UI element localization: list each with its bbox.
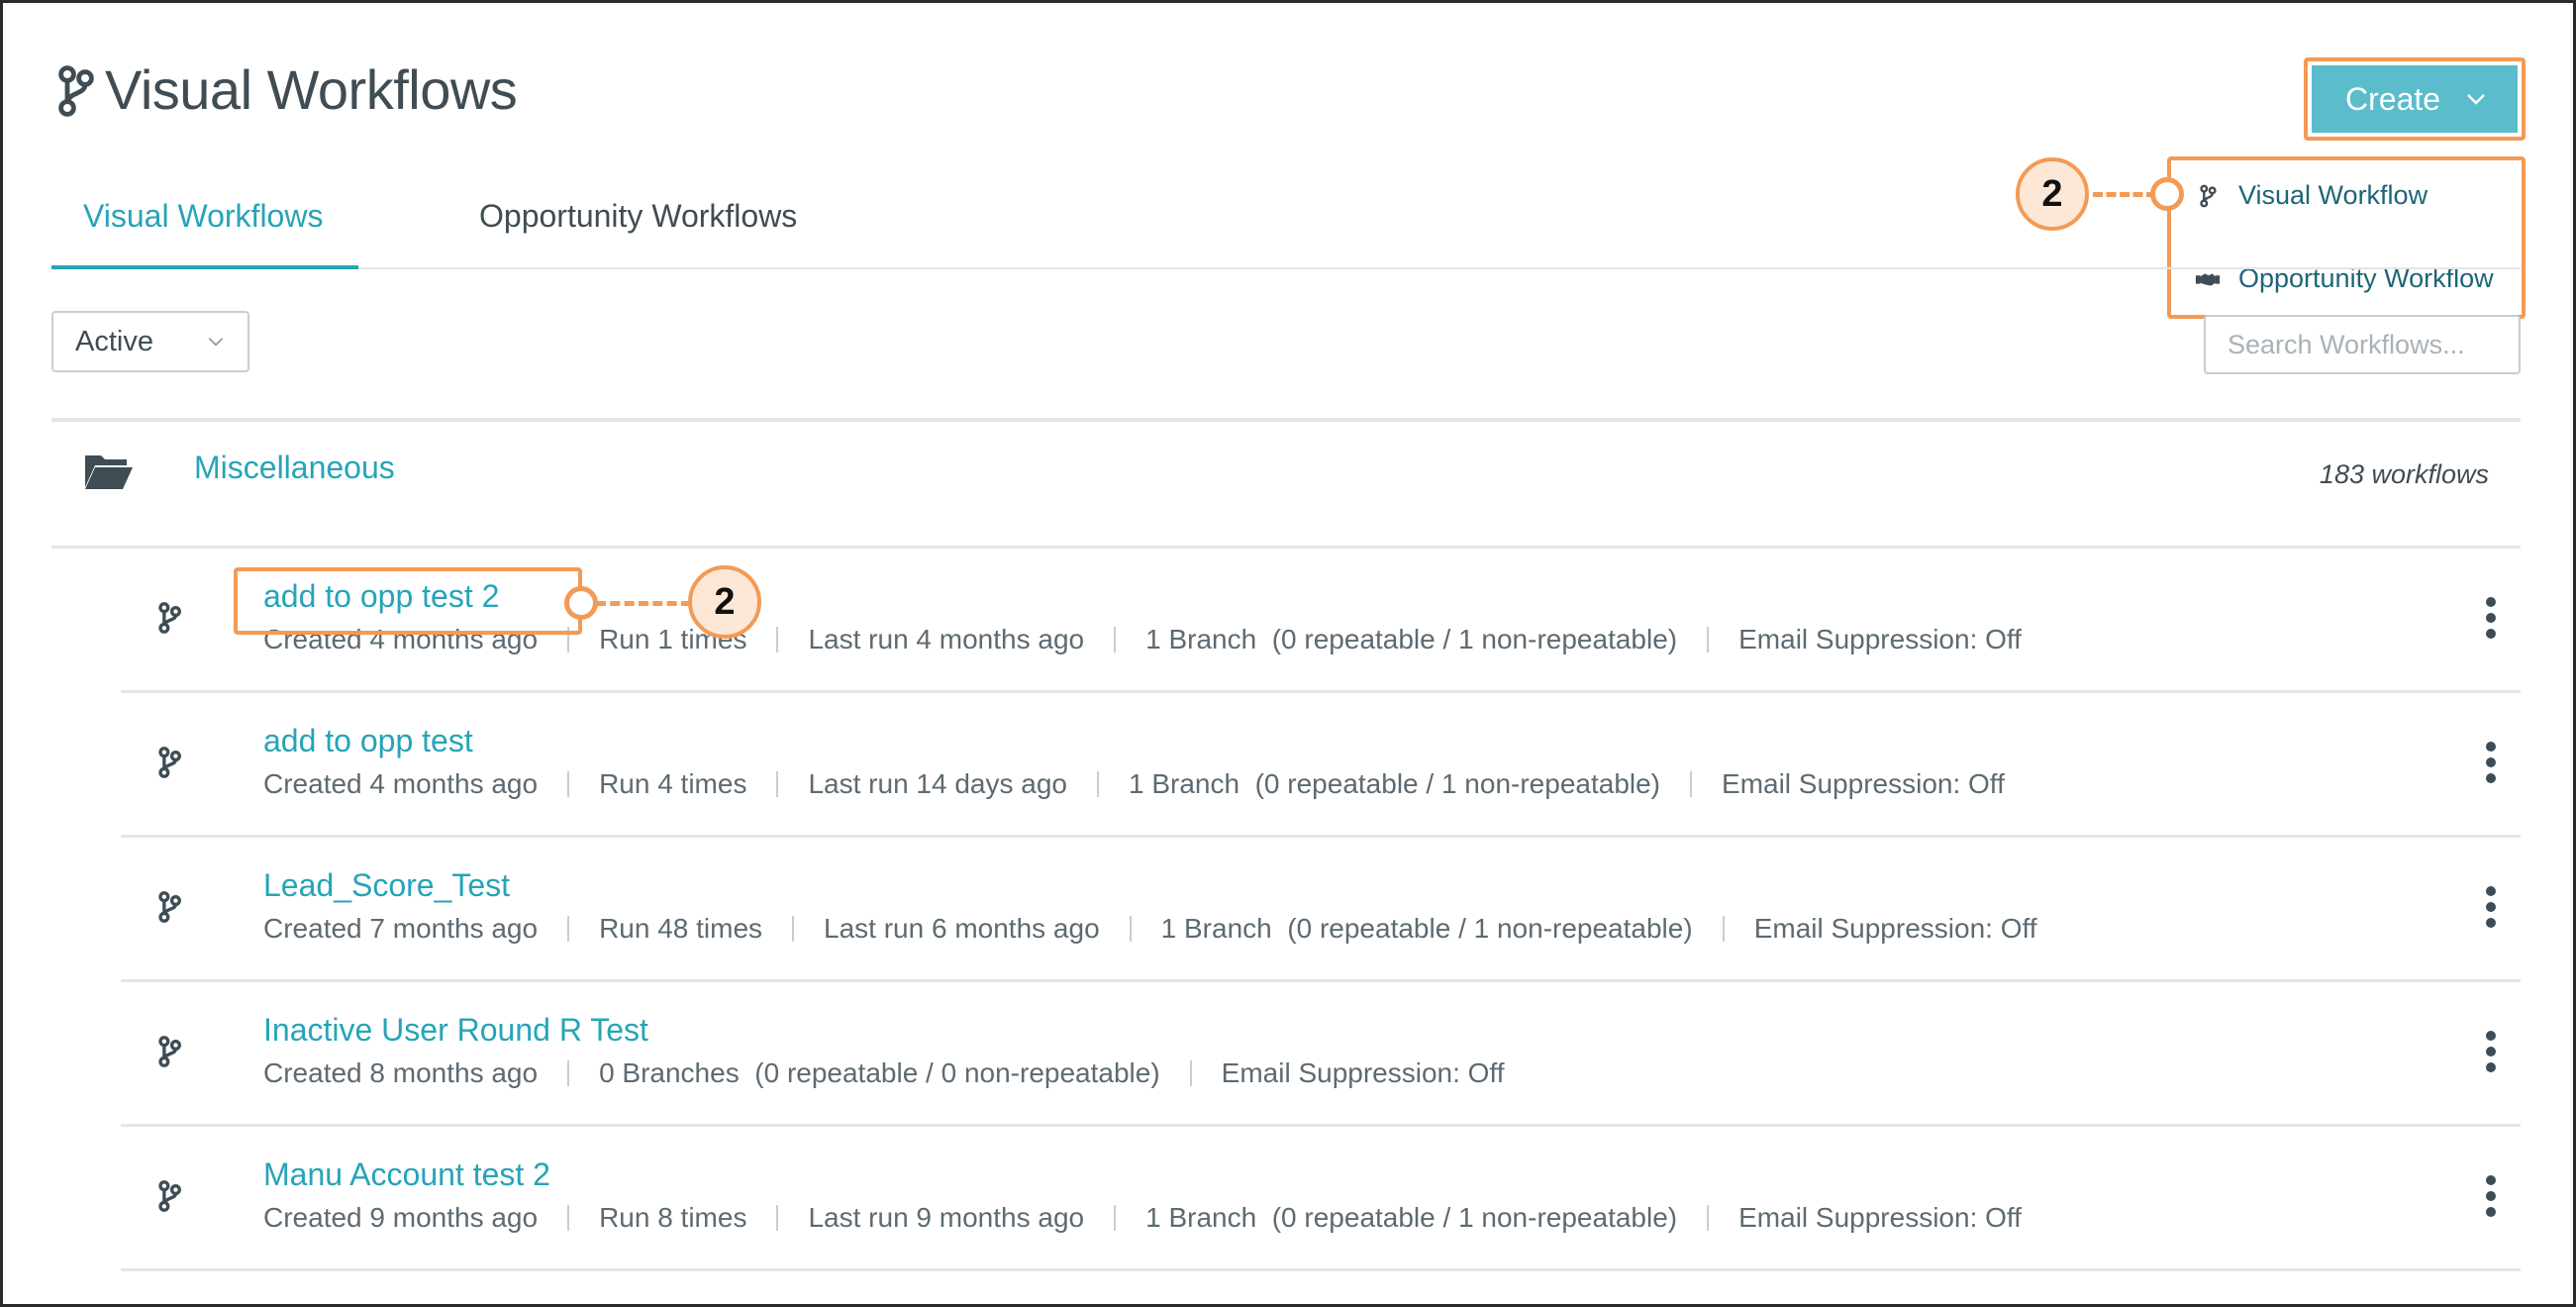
meta-created: Created 4 months ago	[263, 768, 539, 799]
meta-separator	[776, 771, 779, 797]
meta-separator	[1189, 1060, 1192, 1086]
workflow-name-link[interactable]: Manu Account test 2	[263, 1156, 550, 1193]
workflow-tabs: Visual Workflows Opportunity Workflows	[51, 186, 2521, 269]
status-filter-select[interactable]: Active	[51, 311, 249, 372]
meta-last-run: Last run 4 months ago	[808, 624, 1085, 654]
meta-email-suppression: Email Suppression: Off	[1722, 768, 2005, 799]
more-options-icon[interactable]	[2479, 594, 2503, 644]
meta-separator	[1722, 916, 1725, 942]
workflow-name-link[interactable]: Inactive User Round R Test	[263, 1012, 648, 1049]
more-options-icon[interactable]	[2479, 1028, 2503, 1077]
meta-separator	[776, 1205, 779, 1231]
workflow-meta: Created 7 months ago Run 48 times Last r…	[263, 913, 2037, 945]
workflow-row: Lead_Score_Test Created 7 months ago Run…	[121, 838, 2521, 982]
workflow-row: add to opp test Created 4 months ago Run…	[121, 693, 2521, 838]
meta-runs: Run 48 times	[599, 913, 763, 944]
workflow-name-link[interactable]: add to opp test	[263, 723, 473, 759]
folder-row: Miscellaneous 183 workflows	[51, 422, 2521, 549]
create-button-label: Create	[2345, 80, 2441, 117]
workflow-row: Manu Account test 2 Created 9 months ago…	[121, 1127, 2521, 1271]
meta-branches: 1 Branch (0 repeatable / 1 non-repeatabl…	[1145, 1202, 1678, 1233]
meta-branches: 1 Branch (0 repeatable / 1 non-repeatabl…	[1145, 624, 1678, 654]
meta-branches: 0 Branches (0 repeatable / 0 non-repeata…	[599, 1057, 1160, 1088]
tab-visual-workflows[interactable]: Visual Workflows	[51, 186, 358, 269]
meta-separator	[1114, 1205, 1117, 1231]
workflow-name-link[interactable]: Lead_Score_Test	[263, 867, 510, 904]
callout-connector	[596, 601, 691, 606]
meta-separator	[1690, 771, 1693, 797]
meta-last-run: Last run 14 days ago	[808, 768, 1067, 799]
workflow-icon	[158, 1036, 181, 1067]
meta-separator	[776, 627, 779, 653]
meta-branches: 1 Branch (0 repeatable / 1 non-repeatabl…	[1160, 913, 1693, 944]
meta-separator	[792, 916, 795, 942]
meta-separator	[1707, 1205, 1710, 1231]
tab-opportunity-workflows[interactable]: Opportunity Workflows	[447, 186, 903, 269]
more-options-icon[interactable]	[2479, 883, 2503, 933]
meta-runs: Run 8 times	[599, 1202, 747, 1233]
meta-separator	[1129, 916, 1132, 942]
meta-last-run: Last run 9 months ago	[808, 1202, 1085, 1233]
meta-separator	[1096, 771, 1099, 797]
workflow-icon	[58, 64, 94, 117]
meta-last-run: Last run 6 months ago	[824, 913, 1100, 944]
folder-name[interactable]: Miscellaneous	[194, 450, 395, 486]
meta-separator	[567, 916, 570, 942]
meta-separator	[567, 1205, 570, 1231]
workflow-row: Inactive User Round R Test Created 8 mon…	[121, 982, 2521, 1127]
workflow-icon	[158, 1180, 181, 1212]
page-title: Visual Workflows	[55, 57, 518, 122]
callout-connector-dot	[564, 586, 598, 620]
status-filter-value: Active	[75, 325, 153, 357]
chevron-down-icon	[2467, 94, 2485, 105]
meta-created: Created 8 months ago	[263, 1057, 539, 1088]
search-workflows-input[interactable]	[2204, 315, 2521, 374]
handshake-icon	[2195, 272, 2221, 285]
meta-email-suppression: Email Suppression: Off	[1738, 1202, 2022, 1233]
meta-separator	[1114, 627, 1117, 653]
workflow-meta: Created 4 months ago Run 4 times Last ru…	[263, 768, 2005, 800]
workflow-name-highlight	[234, 567, 582, 635]
page-title-text: Visual Workflows	[105, 58, 518, 121]
workflow-icon	[158, 602, 181, 634]
meta-email-suppression: Email Suppression: Off	[1753, 913, 2037, 944]
meta-runs: Run 4 times	[599, 768, 747, 799]
workflow-icon	[158, 747, 181, 778]
workflow-meta: Created 8 months ago 0 Branches (0 repea…	[263, 1057, 1505, 1089]
create-button[interactable]: Create	[2312, 65, 2518, 133]
callout-badge: 2	[688, 565, 761, 639]
meta-created: Created 7 months ago	[263, 913, 539, 944]
meta-branches: 1 Branch (0 repeatable / 1 non-repeatabl…	[1128, 768, 1661, 799]
create-button-highlight: Create	[2304, 57, 2526, 141]
more-options-icon[interactable]	[2479, 739, 2503, 788]
folder-workflow-count: 183 workflows	[2319, 459, 2489, 489]
meta-email-suppression: Email Suppression: Off	[1221, 1057, 1505, 1088]
workflow-meta: Created 9 months ago Run 8 times Last ru…	[263, 1202, 2022, 1234]
more-options-icon[interactable]	[2479, 1172, 2503, 1222]
meta-separator	[567, 1060, 570, 1086]
meta-separator	[567, 771, 570, 797]
workflow-icon	[158, 891, 181, 923]
meta-separator	[1707, 627, 1710, 653]
chevron-down-icon	[208, 338, 224, 347]
meta-created: Created 9 months ago	[263, 1202, 539, 1233]
meta-email-suppression: Email Suppression: Off	[1738, 624, 2022, 654]
folder-open-icon	[85, 455, 133, 489]
